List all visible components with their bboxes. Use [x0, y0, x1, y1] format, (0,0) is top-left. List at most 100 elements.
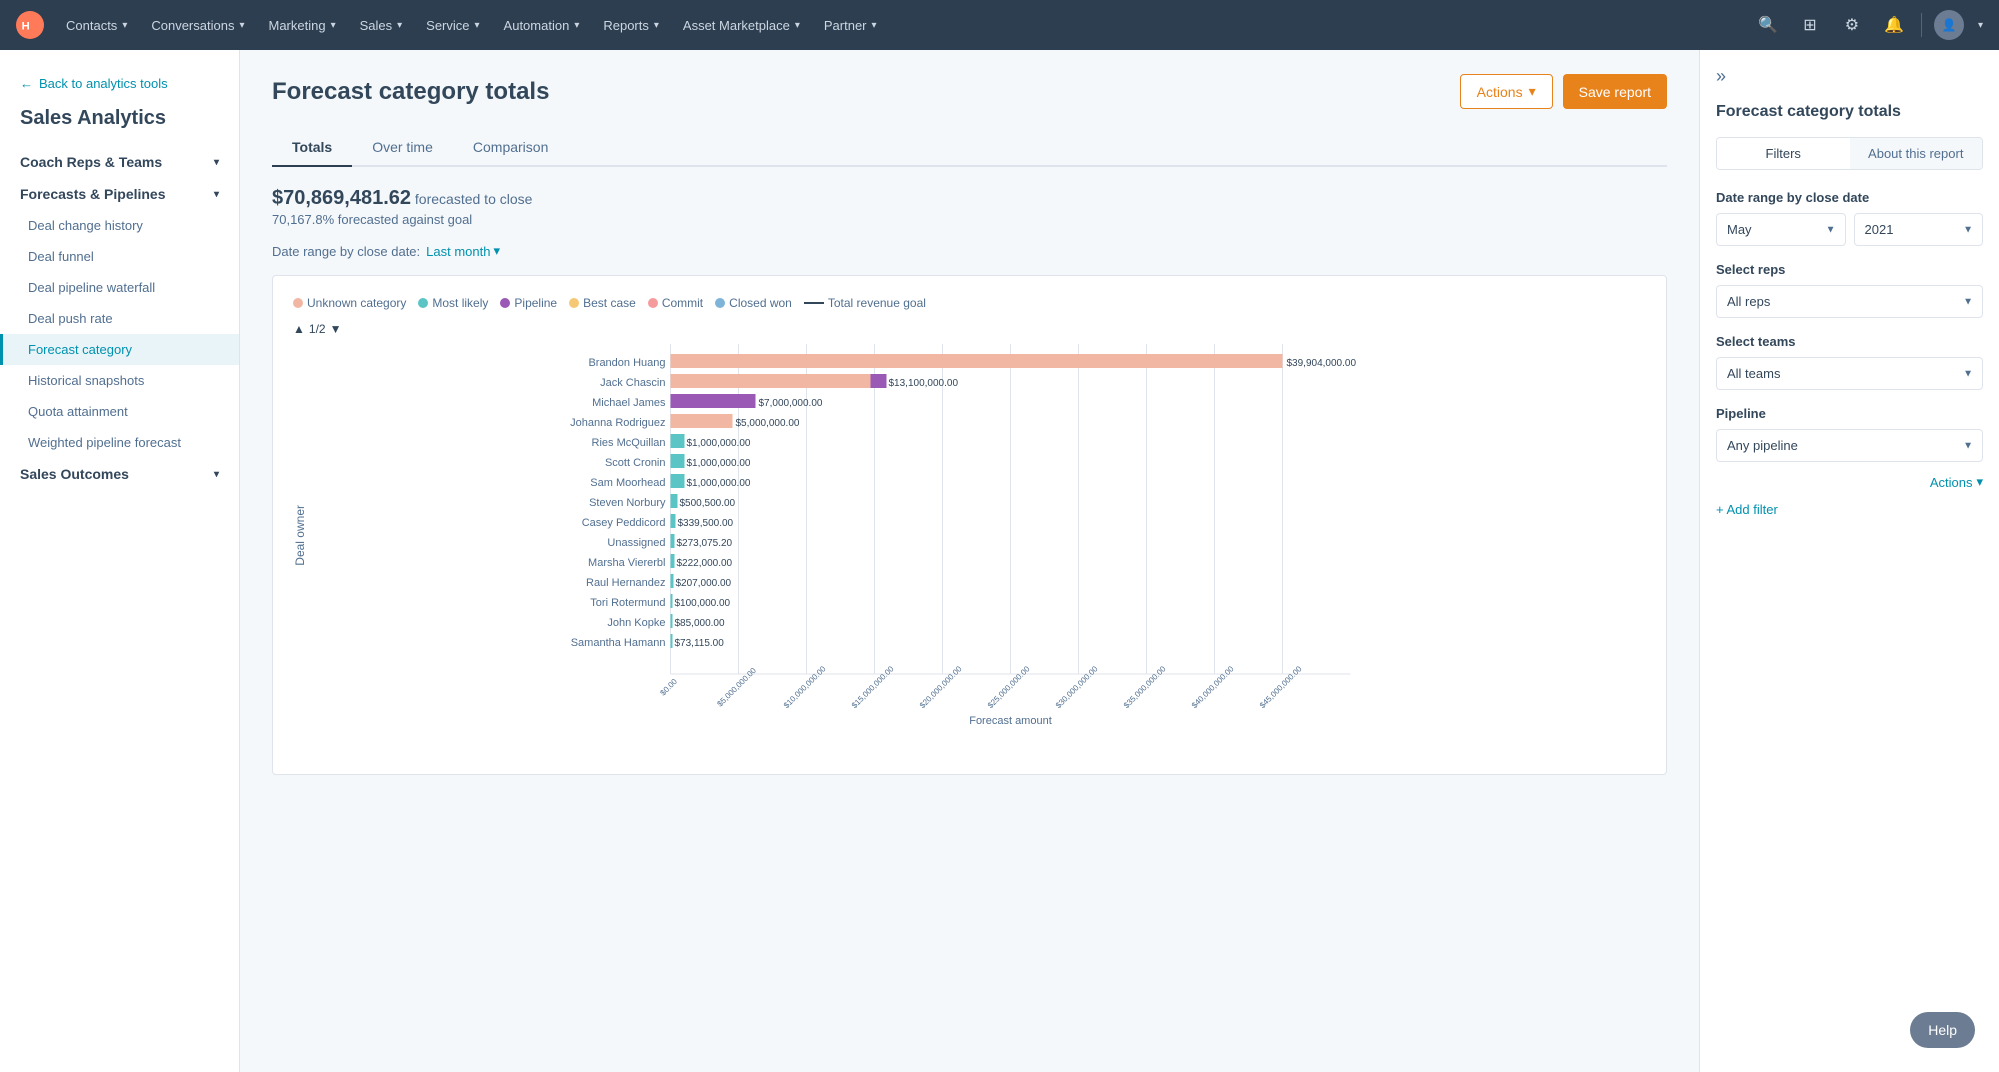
bar-john — [671, 614, 673, 628]
sidebar-section-forecasts[interactable]: Forecasts & Pipelines ▾ — [0, 178, 239, 210]
notifications-icon[interactable]: 🔔 — [1879, 10, 1909, 40]
nav-item-service[interactable]: Service▾ — [416, 12, 489, 39]
collapse-panel-button[interactable]: » — [1716, 66, 1726, 87]
sidebar-item-deal-push-rate[interactable]: Deal push rate — [0, 303, 239, 334]
forecast-percent: 70,167.8% forecasted against goal — [272, 212, 1667, 227]
left-sidebar: ← Back to analytics tools Sales Analytic… — [0, 50, 240, 1072]
bar-casey — [671, 514, 676, 528]
chart-container: Unknown category Most likely Pipeline Be… — [272, 275, 1667, 775]
svg-text:Ries McQuillan: Ries McQuillan — [592, 437, 666, 449]
chevron-down-icon: ▾ — [331, 20, 336, 31]
dropdown-arrow-icon: ▾ — [493, 243, 500, 259]
bar-brandon-huang — [671, 354, 1283, 368]
year-select[interactable]: 2021 2020 2022 — [1854, 213, 1984, 246]
forecast-amount-row: $70,869,481.62 forecasted to close — [272, 187, 1667, 210]
dropdown-arrow-icon: ▾ — [1529, 83, 1536, 100]
month-select[interactable]: May January February March April June — [1716, 213, 1846, 246]
svg-text:$1,000,000.00: $1,000,000.00 — [687, 478, 751, 489]
tab-over-time[interactable]: Over time — [352, 129, 453, 167]
legend-most-likely: Most likely — [418, 296, 488, 310]
bar-jack-chascin — [671, 374, 871, 388]
bar-samantha — [671, 634, 673, 648]
teams-filter-label: Select teams — [1716, 334, 1983, 349]
sidebar-item-forecast-category[interactable]: Forecast category — [0, 334, 239, 365]
chart-svg-area: Brandon Huang $39,904,000.00 Jack Chasci… — [315, 344, 1646, 727]
grid-icon[interactable]: ⊞ — [1795, 10, 1825, 40]
svg-text:$0.00: $0.00 — [658, 677, 679, 698]
add-filter-button[interactable]: + Add filter — [1716, 502, 1983, 517]
tab-totals[interactable]: Totals — [272, 129, 352, 167]
svg-text:$500,500.00: $500,500.00 — [680, 498, 736, 509]
nav-item-partner[interactable]: Partner▾ — [814, 12, 887, 39]
legend-dot — [569, 298, 579, 308]
sidebar-item-quota-attainment[interactable]: Quota attainment — [0, 396, 239, 427]
svg-text:$100,000.00: $100,000.00 — [675, 598, 731, 609]
settings-icon[interactable]: ⚙ — [1837, 10, 1867, 40]
svg-text:Forecast amount: Forecast amount — [969, 715, 1052, 724]
bar-raul — [671, 574, 674, 588]
sidebar-item-deal-funnel[interactable]: Deal funnel — [0, 241, 239, 272]
chart-legend: Unknown category Most likely Pipeline Be… — [293, 296, 1646, 310]
save-report-button[interactable]: Save report — [1563, 74, 1667, 109]
panel-tabs: Filters About this report — [1716, 137, 1983, 170]
legend-dot — [648, 298, 658, 308]
date-range-link[interactable]: Last month ▾ — [426, 243, 500, 259]
tab-comparison[interactable]: Comparison — [453, 129, 568, 167]
nav-item-marketing[interactable]: Marketing▾ — [258, 12, 345, 39]
bar-johanna — [671, 414, 733, 428]
legend-commit: Commit — [648, 296, 703, 310]
bar-michael-james — [671, 394, 756, 408]
chart-wrapper: Deal owner — [293, 344, 1646, 727]
svg-text:Casey Peddicord: Casey Peddicord — [582, 517, 666, 529]
actions-button[interactable]: Actions ▾ — [1460, 74, 1553, 109]
pipeline-select[interactable]: Any pipeline — [1716, 429, 1983, 462]
chevron-down-icon: ▾ — [795, 20, 800, 31]
bar-ries — [671, 434, 685, 448]
back-to-analytics-link[interactable]: ← Back to analytics tools — [0, 70, 239, 103]
chevron-down-icon: ▾ — [122, 20, 127, 31]
search-icon[interactable]: 🔍 — [1753, 10, 1783, 40]
svg-text:$25,000,000.00: $25,000,000.00 — [986, 664, 1032, 710]
sidebar-section-sales-outcomes[interactable]: Sales Outcomes ▾ — [0, 458, 239, 490]
panel-tab-filters[interactable]: Filters — [1717, 138, 1850, 169]
svg-text:Steven Norbury: Steven Norbury — [589, 497, 666, 509]
nav-item-automation[interactable]: Automation▾ — [494, 12, 590, 39]
sidebar-item-historical-snapshots[interactable]: Historical snapshots — [0, 365, 239, 396]
nav-item-asset-marketplace[interactable]: Asset Marketplace▾ — [673, 12, 810, 39]
nav-item-contacts[interactable]: Contacts▾ — [56, 12, 137, 39]
svg-text:Marsha Viererbl: Marsha Viererbl — [588, 557, 665, 569]
help-button[interactable]: Help — [1910, 1012, 1975, 1048]
avatar[interactable]: 👤 — [1934, 10, 1964, 40]
svg-text:$73,115.00: $73,115.00 — [675, 638, 725, 649]
sidebar-section-coach-reps[interactable]: Coach Reps & Teams ▾ — [0, 146, 239, 178]
svg-text:Brandon Huang: Brandon Huang — [588, 357, 665, 369]
svg-text:Tori Rotermund: Tori Rotermund — [590, 597, 665, 609]
nav-item-reports[interactable]: Reports▾ — [593, 12, 669, 39]
svg-text:$40,000,000.00: $40,000,000.00 — [1190, 664, 1236, 710]
panel-tab-about[interactable]: About this report — [1850, 138, 1983, 169]
teams-select[interactable]: All teams — [1716, 357, 1983, 390]
chevron-down-icon: ▾ — [397, 20, 402, 31]
chevron-down-icon: ▾ — [872, 20, 877, 31]
sidebar-item-deal-pipeline-waterfall[interactable]: Deal pipeline waterfall — [0, 272, 239, 303]
svg-text:$5,000,000.00: $5,000,000.00 — [736, 418, 800, 429]
nav-divider — [1921, 13, 1922, 37]
legend-dot — [715, 298, 725, 308]
legend-revenue-goal: Total revenue goal — [804, 296, 926, 310]
sidebar-item-deal-change-history[interactable]: Deal change history — [0, 210, 239, 241]
svg-text:$15,000,000.00: $15,000,000.00 — [850, 664, 896, 710]
sidebar-item-weighted-pipeline-forecast[interactable]: Weighted pipeline forecast — [0, 427, 239, 458]
nav-item-conversations[interactable]: Conversations▾ — [141, 12, 254, 39]
nav-item-sales[interactable]: Sales▾ — [350, 12, 413, 39]
reps-select[interactable]: All reps — [1716, 285, 1983, 318]
svg-text:$1,000,000.00: $1,000,000.00 — [687, 458, 751, 469]
hubspot-logo[interactable]: H — [16, 11, 44, 39]
svg-text:Samantha Hamann: Samantha Hamann — [571, 637, 666, 649]
main-content: Forecast category totals Actions ▾ Save … — [240, 50, 1699, 1072]
svg-text:$207,000.00: $207,000.00 — [676, 578, 732, 589]
sidebar-title: Sales Analytics — [0, 103, 239, 146]
svg-text:$339,500.00: $339,500.00 — [678, 518, 734, 529]
chevron-down-icon: ▾ — [214, 469, 219, 480]
panel-actions-link[interactable]: Actions ▾ — [1716, 474, 1983, 490]
chevron-down-icon: ▾ — [574, 20, 579, 31]
